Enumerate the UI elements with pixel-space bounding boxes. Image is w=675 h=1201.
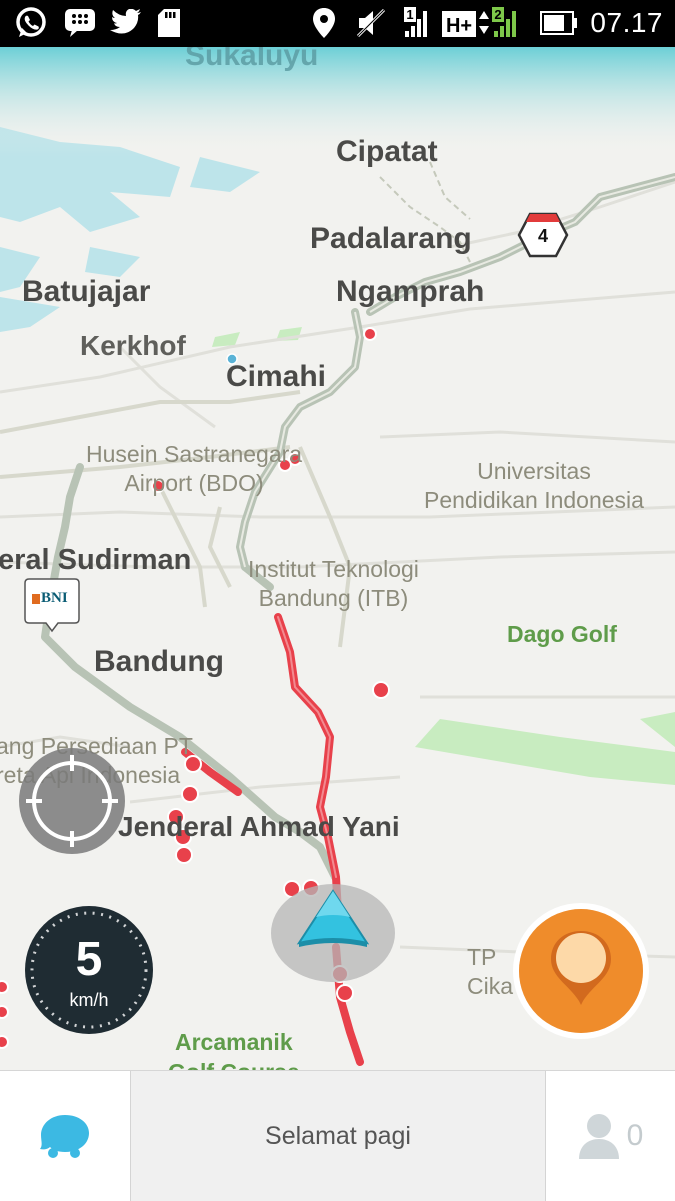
label-itb-line1: Institut Teknologi [248,556,419,582]
label-upi: Universitas Pendidikan Indonesia [424,457,644,515]
waze-menu-button[interactable] [0,1071,130,1201]
speedometer: 5 km/h [23,904,155,1036]
bottom-bar: Selamat pagi 0 [0,1070,675,1201]
sim2-label: 2 [494,7,501,22]
signal-icon: 1 H+ 2 [403,7,525,38]
clock: 07.17 [590,7,663,38]
bni-label: BNI [41,590,68,606]
label-tp-line1: TP [467,944,497,970]
label-bandung: Bandung [94,645,224,678]
sim1-label: 1 [406,7,413,22]
status-bar: 1 H+ 2 07.17 [0,0,675,47]
twitter-icon [108,8,142,38]
sd-card-icon [157,8,181,38]
friends-count: 0 [626,1119,644,1152]
label-sukaluyu: Sukaluyu [185,47,319,72]
highway-shield: 4 [517,211,569,259]
battery-icon [540,8,578,38]
label-ngamprah: Ngamprah [336,275,485,308]
report-button[interactable] [511,901,651,1041]
label-arcamanik-line2: Golf Course [168,1057,300,1070]
friends-button[interactable]: 0 [545,1071,675,1201]
no-sound-icon [355,8,387,38]
label-airport-line1: Husein Sastranegara [86,441,303,467]
current-location-marker [270,883,396,983]
network-type: H+ [446,15,472,37]
label-upi-line2: Pendidikan Indonesia [424,487,644,513]
label-dago-golf: Dago Golf [507,621,617,647]
greeting-text: Selamat pagi [265,1121,411,1150]
label-upi-line1: Universitas [477,458,591,484]
label-arcamanik: Arcamanik Golf Course [168,1027,300,1070]
label-ahmad-yani: Jenderal Ahmad Yani [118,811,400,842]
label-jenderal-sudirman: eral Sudirman [0,544,192,576]
label-kerkhof: Kerkhof [80,330,186,361]
label-arcamanik-line1: Arcamanik [175,1029,293,1055]
highway-number: 4 [537,226,548,246]
label-padalarang: Padalarang [310,222,472,255]
label-batujajar: Batujajar [22,275,151,308]
speed-unit: km/h [69,990,109,1010]
label-itb: Institut Teknologi Bandung (ITB) [248,555,419,613]
bbm-icon [64,8,96,38]
location-icon [312,8,336,38]
person-icon [578,1114,619,1159]
greeting-bar[interactable]: Selamat pagi [130,1071,546,1201]
label-airport: Husein Sastranegara Airport (BDO) [86,440,302,498]
label-tp-line2: Cika [467,973,514,999]
label-tp-cika: TP Cika [467,943,513,1001]
label-cipatat: Cipatat [336,135,438,168]
waze-icon [40,1115,89,1158]
label-cimahi: Cimahi [226,360,327,393]
recenter-button[interactable] [16,745,128,857]
map-view[interactable]: Sukaluyu Cipatat Padalarang Ngamprah Bat… [0,47,675,1070]
speed-value: 5 [75,933,103,986]
label-airport-line2: Airport (BDO) [124,470,264,496]
whatsapp-icon [14,7,48,38]
bni-bank-marker[interactable]: BNI [24,578,80,638]
label-itb-line2: Bandung (ITB) [258,585,409,611]
